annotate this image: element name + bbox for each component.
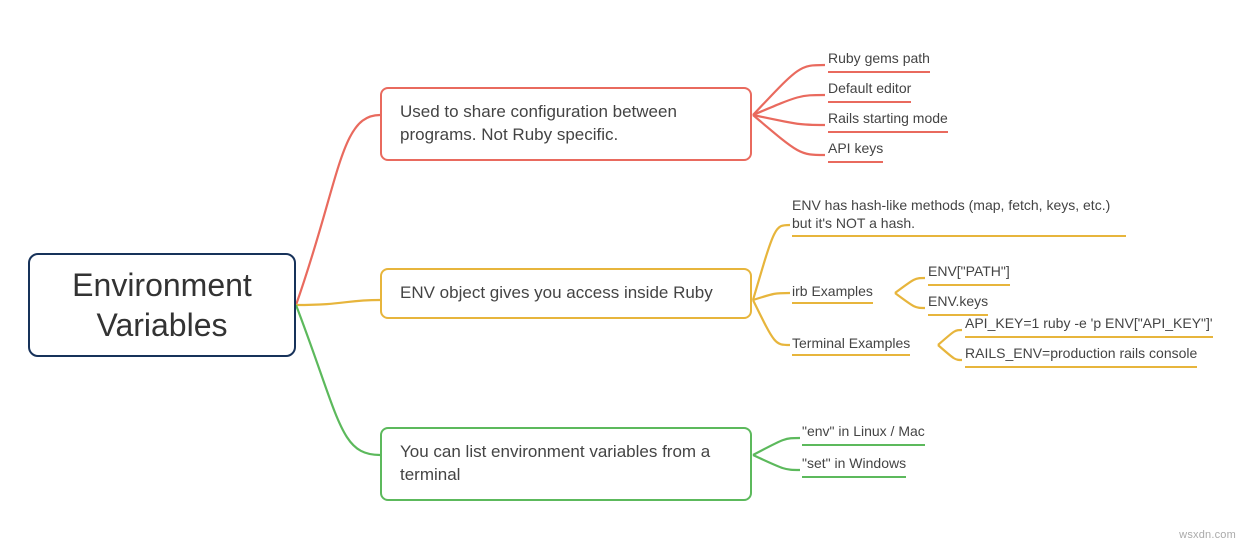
leaf-env-linux-mac[interactable]: "env" in Linux / Mac bbox=[802, 423, 925, 446]
leaf-set-windows[interactable]: "set" in Windows bbox=[802, 455, 906, 478]
branch-node-config[interactable]: Used to share configuration between prog… bbox=[380, 87, 752, 161]
root-node[interactable]: Environment Variables bbox=[28, 253, 296, 357]
leaf-env-keys[interactable]: ENV.keys bbox=[928, 293, 988, 316]
branch-text: You can list environment variables from … bbox=[400, 441, 732, 487]
leaf-default-editor[interactable]: Default editor bbox=[828, 80, 911, 103]
branch-text: ENV object gives you access inside Ruby bbox=[400, 282, 713, 305]
leaf-rails-env-cmd[interactable]: RAILS_ENV=production rails console bbox=[965, 345, 1197, 368]
watermark: wsxdn.com bbox=[1179, 529, 1236, 541]
sublabel-terminal-examples[interactable]: Terminal Examples bbox=[792, 335, 910, 356]
root-title: Environment Variables bbox=[72, 265, 252, 345]
leaf-env-hash-like[interactable]: ENV has hash-like methods (map, fetch, k… bbox=[792, 197, 1126, 237]
leaf-env-path[interactable]: ENV["PATH"] bbox=[928, 263, 1010, 286]
sublabel-irb-examples[interactable]: irb Examples bbox=[792, 283, 873, 304]
leaf-api-keys[interactable]: API keys bbox=[828, 140, 883, 163]
leaf-ruby-gems-path[interactable]: Ruby gems path bbox=[828, 50, 930, 73]
leaf-api-key-cmd[interactable]: API_KEY=1 ruby -e 'p ENV["API_KEY"]' bbox=[965, 315, 1213, 338]
leaf-rails-starting-mode[interactable]: Rails starting mode bbox=[828, 110, 948, 133]
branch-node-env-object[interactable]: ENV object gives you access inside Ruby bbox=[380, 268, 752, 319]
branch-text: Used to share configuration between prog… bbox=[400, 101, 732, 147]
branch-node-list-env[interactable]: You can list environment variables from … bbox=[380, 427, 752, 501]
